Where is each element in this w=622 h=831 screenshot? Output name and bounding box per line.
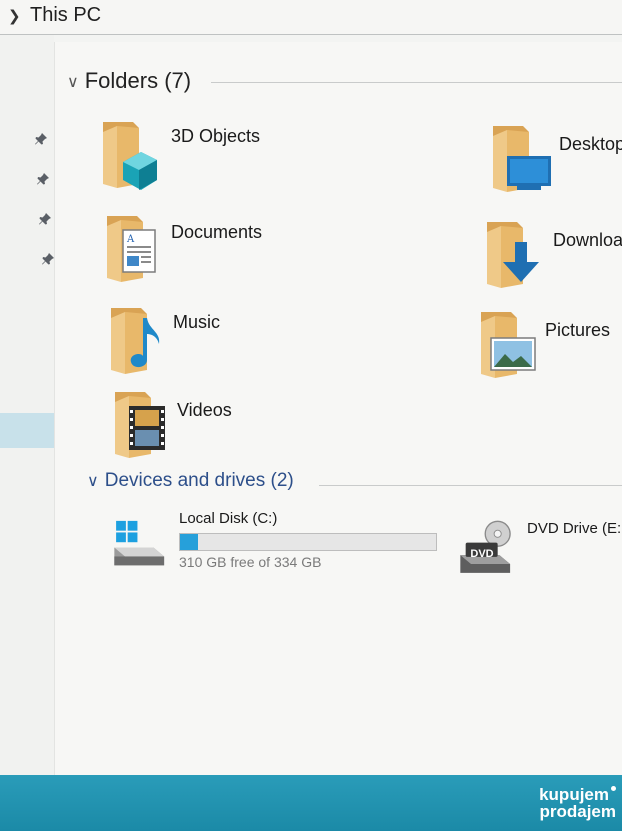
navigation-pane <box>0 35 54 775</box>
watermark-dot <box>611 786 616 791</box>
devices-group-divider <box>319 485 622 486</box>
drive-label: Local Disk (C:) <box>179 510 278 527</box>
chevron-down-icon[interactable]: ∨ <box>87 471 99 491</box>
devices-group-header[interactable]: ∨ Devices and drives (2) <box>87 470 294 492</box>
drive-item-local-disk[interactable]: Local Disk (C:) 310 GB free of 334 GB <box>109 504 449 574</box>
drive-label: DVD Drive (E: <box>527 520 622 537</box>
pictures-folder-icon <box>481 312 536 378</box>
folder-item-3d-objects[interactable]: 3D Objects <box>99 118 299 198</box>
breadcrumb-this-pc[interactable]: This PC <box>30 4 101 27</box>
downloads-folder-icon <box>487 222 539 288</box>
address-bar[interactable]: ❯ This PC <box>0 0 622 35</box>
content-pane: ∨ Folders (7) 3D Objects Desktop A Docum… <box>54 42 622 775</box>
3d-objects-folder-icon <box>103 122 157 190</box>
pin-icon[interactable] <box>34 132 48 146</box>
folder-label: Documents <box>171 222 263 242</box>
dvd-badge: DVD <box>470 548 494 560</box>
music-folder-icon <box>111 308 160 374</box>
windows-drive-icon <box>114 520 165 566</box>
folder-item-music[interactable]: Music <box>107 304 307 384</box>
folders-group-divider <box>211 82 622 83</box>
videos-folder-icon <box>115 392 165 458</box>
folder-label: Music <box>173 312 221 332</box>
pin-icon[interactable] <box>41 252 55 266</box>
drive-item-dvd[interactable]: DVD DVD Drive (E: <box>455 516 622 586</box>
drive-usage-fill <box>180 534 199 550</box>
pin-icon[interactable] <box>38 212 52 226</box>
folder-item-desktop[interactable]: Desktop <box>489 122 622 202</box>
folder-label: Pictures <box>545 320 611 340</box>
watermark-line2: prodajem <box>539 802 616 821</box>
drive-usage-bar <box>179 533 437 551</box>
drive-free-space: 310 GB free of 334 GB <box>179 554 322 570</box>
folder-item-pictures[interactable]: Pictures <box>477 308 622 388</box>
folders-group-header[interactable]: ∨ Folders (7) <box>67 68 191 94</box>
documents-folder-icon: A <box>107 216 156 282</box>
folder-item-downloads[interactable]: Downloa <box>483 218 622 298</box>
folder-label: Videos <box>177 400 232 420</box>
folder-item-documents[interactable]: A Documents <box>103 212 303 292</box>
folder-label: Downloa <box>553 230 622 250</box>
svg-text:A: A <box>126 234 135 245</box>
devices-group-title: Devices and drives (2) <box>104 470 294 491</box>
breadcrumb-chevron-icon[interactable]: ❯ <box>8 7 21 25</box>
folder-label: Desktop <box>559 134 622 154</box>
pin-icon[interactable] <box>36 172 50 186</box>
desktop-folder-icon <box>493 126 551 192</box>
folder-item-videos[interactable]: Videos <box>111 388 311 468</box>
watermark-logo: kupujem prodajem <box>508 786 616 820</box>
chevron-down-icon[interactable]: ∨ <box>67 72 79 92</box>
folders-group-title: Folders (7) <box>84 68 192 93</box>
folder-label: 3D Objects <box>171 126 261 146</box>
